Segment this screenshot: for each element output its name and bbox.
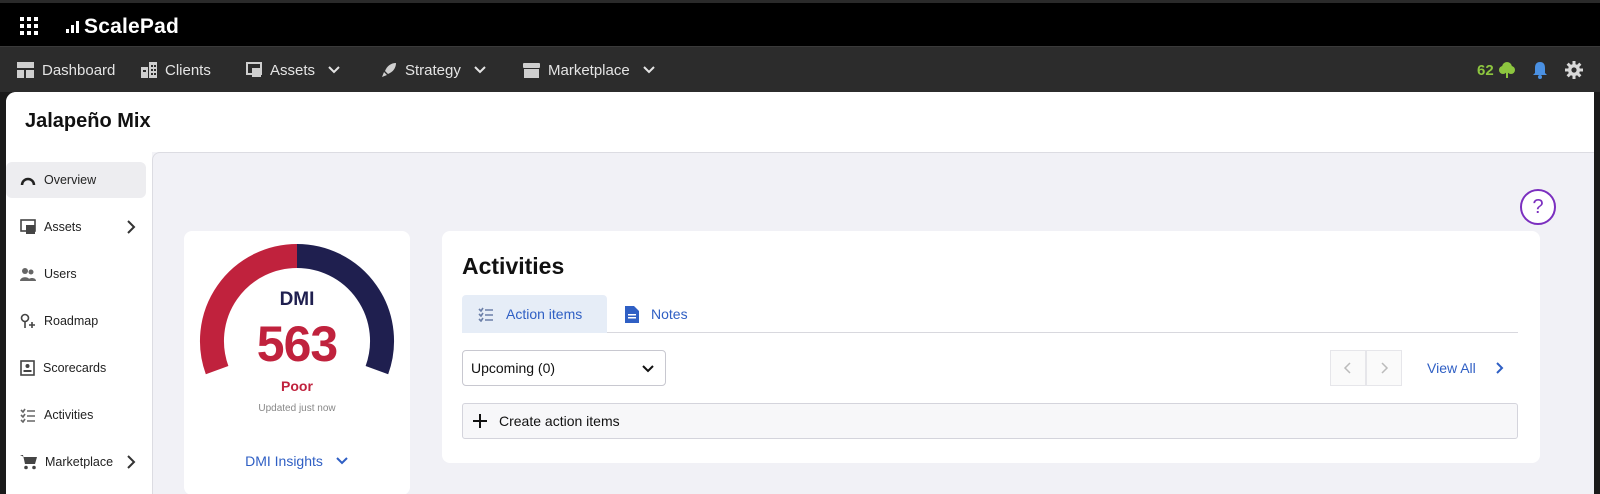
sidebar-item-activities[interactable]: Activities: [6, 397, 146, 433]
chevron-down-icon: [642, 365, 654, 373]
nav-dashboard-label: Dashboard: [42, 61, 116, 79]
help-icon: ?: [1532, 195, 1544, 218]
sidebar-item-overview[interactable]: Overview: [6, 162, 146, 198]
checklist-icon: [478, 307, 493, 322]
chevron-down-icon: [336, 457, 348, 465]
chevron-left-icon: [1343, 362, 1351, 374]
gauge-icon: [20, 177, 36, 186]
view-all-label: View All: [1427, 360, 1476, 376]
activity-filter-select[interactable]: Upcoming (0): [462, 350, 666, 386]
create-label: Create action items: [499, 413, 620, 429]
chevron-right-icon: [127, 220, 136, 234]
chevron-down-icon: [642, 66, 655, 74]
nav-assets[interactable]: Assets: [246, 47, 341, 93]
users-icon: [20, 268, 36, 281]
dmi-insights-toggle[interactable]: DMI Insights: [184, 453, 410, 469]
nav-strategy-label: Strategy: [405, 61, 461, 79]
plus-icon: [473, 414, 487, 428]
client-sidebar: Overview Assets Users Roadmap Scorecards…: [6, 152, 152, 494]
activities-card: Activities Action items Notes Upcoming (…: [442, 231, 1540, 463]
nav-dashboard[interactable]: Dashboard: [17, 47, 115, 93]
view-all-link[interactable]: View All: [1427, 350, 1504, 386]
nav-marketplace[interactable]: Marketplace: [523, 47, 656, 93]
brand-name: ScalePad: [84, 15, 179, 38]
dashboard-icon: [17, 62, 34, 78]
sidebar-item-scorecards[interactable]: Scorecards: [6, 350, 146, 386]
sidebar-item-label: Activities: [44, 408, 94, 422]
sidebar-item-label: Marketplace: [45, 455, 114, 469]
main-nav: Dashboard Clients Assets Strategy Market…: [0, 46, 1600, 92]
points-value: 62: [1477, 61, 1494, 79]
client-page: Jalapeño Mix Overview Assets Users Roadm…: [6, 92, 1594, 494]
nav-clients-label: Clients: [165, 61, 211, 79]
dmi-updated: Updated just now: [258, 403, 336, 414]
brand-logo[interactable]: ScalePad: [66, 15, 179, 39]
sidebar-item-marketplace[interactable]: Marketplace: [6, 444, 146, 480]
help-button[interactable]: ?: [1520, 189, 1556, 225]
cart-icon: [20, 455, 37, 470]
tab-label: Notes: [651, 306, 688, 322]
assets-icon: [246, 62, 262, 77]
store-icon: [523, 63, 540, 78]
dmi-rating: Poor: [281, 378, 313, 394]
sidebar-item-users[interactable]: Users: [6, 256, 146, 292]
page-title: Jalapeño Mix: [25, 110, 151, 132]
sidebar-item-label: Scorecards: [43, 361, 107, 375]
nav-marketplace-label: Marketplace: [548, 61, 630, 79]
select-value: Upcoming (0): [471, 360, 556, 376]
points-indicator[interactable]: 62: [1477, 61, 1516, 79]
tab-label: Action items: [506, 306, 583, 322]
chevron-right-icon: [127, 455, 136, 469]
sidebar-item-assets[interactable]: Assets: [6, 209, 146, 245]
dmi-card: DMI 563 Poor Updated just now DMI Insigh…: [184, 231, 410, 494]
tree-icon: [1498, 62, 1515, 78]
assets-icon: [20, 219, 36, 234]
checklist-icon: [20, 408, 35, 423]
sidebar-item-label: Overview: [44, 173, 97, 187]
chevron-down-icon: [474, 66, 486, 74]
scorecard-icon: [20, 360, 35, 376]
app-grid-icon[interactable]: [20, 17, 38, 35]
tab-action-items[interactable]: Action items: [462, 295, 607, 333]
rocket-icon: [382, 63, 396, 77]
chevron-right-icon: [1381, 362, 1389, 374]
activities-tabs: Action items Notes: [462, 295, 1518, 333]
tab-notes[interactable]: Notes: [609, 295, 704, 333]
pager-previous-button[interactable]: [1330, 350, 1366, 386]
scalepad-logo-icon: [66, 21, 79, 33]
create-action-items-button[interactable]: Create action items: [462, 403, 1518, 439]
nav-clients[interactable]: Clients: [141, 47, 211, 93]
dmi-insights-label: DMI Insights: [245, 453, 323, 469]
dmi-label: DMI: [279, 289, 315, 310]
roadmap-icon: [20, 313, 35, 328]
activities-title: Activities: [462, 253, 565, 279]
building-icon: [141, 62, 157, 78]
sidebar-item-label: Users: [44, 267, 77, 281]
pager-next-button[interactable]: [1366, 350, 1402, 386]
sidebar-item-roadmap[interactable]: Roadmap: [6, 303, 146, 339]
sidebar-item-label: Assets: [44, 220, 82, 234]
document-icon: [625, 305, 639, 323]
page-header: Jalapeño Mix: [6, 92, 1594, 152]
nav-strategy[interactable]: Strategy: [381, 47, 487, 93]
nav-assets-label: Assets: [270, 61, 316, 79]
chevron-down-icon: [328, 66, 340, 74]
sidebar-item-label: Roadmap: [44, 314, 99, 328]
chevron-right-icon: [1496, 362, 1504, 374]
dmi-score: 563: [256, 316, 338, 372]
gear-icon[interactable]: [1565, 61, 1583, 79]
brand-bar: ScalePad: [0, 0, 1600, 46]
main-content: ? DMI 563 Poor Updated just now DMI Insi…: [152, 152, 1594, 494]
bell-icon[interactable]: [1532, 61, 1548, 79]
